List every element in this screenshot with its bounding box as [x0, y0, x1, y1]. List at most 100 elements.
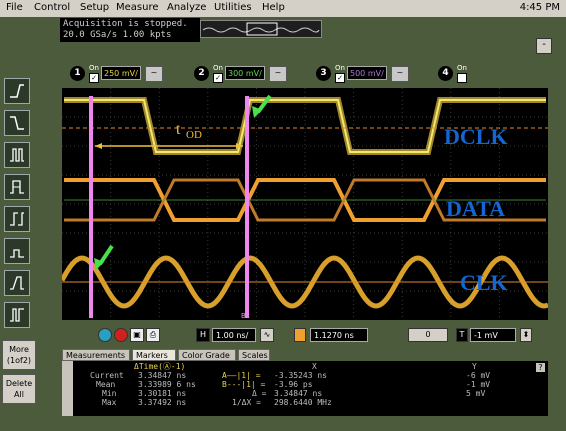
- timebase-control-bar: ▣ ⎙ H 1.00 ns/ ∿ 1.1270 ns 0 T -1 mV ⬍: [62, 325, 548, 345]
- delete-label: Delete: [5, 379, 33, 388]
- waveform-display[interactable]: t OD DCLK DATA CLK Bx: [59, 88, 549, 320]
- clk-label: CLK: [460, 270, 508, 295]
- marker-bx-label: Bx: [241, 312, 250, 320]
- marker-b-x-value: -3.96 ps: [274, 380, 313, 389]
- inverse-delta-label: 1/ΔX =: [232, 398, 261, 407]
- channel-2-on-checkbox[interactable]: ✓: [213, 73, 223, 83]
- delete-all-button[interactable]: Delete All: [2, 374, 36, 404]
- max-value: 3.37492 ns: [138, 398, 187, 407]
- horizontal-icon: H: [196, 328, 210, 342]
- trigger-level-icon: T: [456, 328, 468, 342]
- setup-hold-trigger-icon: [10, 212, 24, 226]
- channel-1-scale[interactable]: 250 mV/: [101, 66, 141, 80]
- channel-2-scale[interactable]: 300 mV/: [225, 66, 265, 80]
- markers-scrollbar[interactable]: [62, 361, 73, 416]
- more-sub-label: (1of2): [6, 356, 32, 365]
- dclk-label: DCLK: [444, 124, 508, 149]
- trigger-tool-7[interactable]: [4, 270, 30, 296]
- marker-b-y-value: -1 mV: [466, 380, 491, 389]
- run-button[interactable]: [98, 328, 112, 342]
- markers-panel: ΔTime(Ⓐ-1) X Y Current 3.34847 ns Mean 3…: [62, 361, 548, 416]
- trigger-tool-3[interactable]: [4, 142, 30, 168]
- waveform-overview[interactable]: [200, 20, 322, 38]
- trigger-tool-2[interactable]: [4, 110, 30, 136]
- trigger-tool-5[interactable]: [4, 206, 30, 232]
- marker-a-x-value: -3.35243 ns: [274, 371, 327, 380]
- delay-field[interactable]: 1.1270 ns: [310, 328, 368, 342]
- transition-trigger-icon: [10, 276, 24, 290]
- max-label: Max: [102, 398, 117, 407]
- marker-a-y-value: -6 mV: [466, 371, 491, 380]
- trigger-tool-6[interactable]: [4, 238, 30, 264]
- glitch-trigger-icon: [10, 148, 24, 162]
- current-value: 3.34847 ns: [138, 371, 187, 380]
- trigger-tool-1[interactable]: [4, 78, 30, 104]
- menu-utilities[interactable]: Utilities: [214, 2, 252, 13]
- zero-delay-label: 0: [425, 330, 431, 339]
- delete-sub-label: All: [14, 390, 24, 399]
- zero-delay-button[interactable]: 0: [408, 328, 448, 342]
- channel-1-coupling-button[interactable]: ~: [145, 66, 163, 82]
- more-button[interactable]: More (1of2): [2, 340, 36, 370]
- pulse-width-trigger-icon: [10, 180, 24, 194]
- channel-1-on-label: On: [89, 64, 99, 72]
- mean-label: Mean: [96, 380, 116, 389]
- marker-b-line: [245, 96, 249, 318]
- single-button[interactable]: ▣: [130, 328, 144, 342]
- marker-y-header: Y: [472, 362, 477, 371]
- trigger-level-field[interactable]: -1 mV: [470, 328, 516, 342]
- marker-dt-header: ΔTime(Ⓐ-1): [134, 362, 186, 371]
- channel-1-number: 1: [70, 66, 85, 81]
- print-button[interactable]: ⎙: [146, 328, 160, 342]
- tab-color-grade[interactable]: Color Grade: [178, 349, 236, 361]
- menu-setup[interactable]: Setup: [80, 2, 109, 13]
- menu-file[interactable]: File: [6, 2, 23, 13]
- channel-4-on-label: On: [457, 64, 467, 72]
- delta-label: Δ =: [252, 389, 267, 398]
- channel-3-number: 3: [316, 66, 331, 81]
- mean-value: 3.33989 6 ns: [138, 380, 196, 389]
- menu-bar: File Control Setup Measure Analyze Utili…: [0, 0, 566, 18]
- trigger-tool-4[interactable]: [4, 174, 30, 200]
- trigger-tool-8[interactable]: [4, 302, 30, 328]
- acquisition-status: Acquisition is stopped. 20.0 GSa/s 1.00 …: [60, 18, 200, 42]
- rising-edge-trigger-icon: [10, 84, 24, 98]
- delta-x-value: 3.34847 ns: [274, 389, 323, 398]
- min-value: 3.30181 ns: [138, 389, 187, 398]
- menu-analyze[interactable]: Analyze: [167, 2, 206, 13]
- trigger-level-stepper[interactable]: ⬍: [520, 328, 532, 342]
- channel-2-on-label: On: [213, 64, 223, 72]
- time-scale-field[interactable]: 1.00 ns/: [212, 328, 256, 342]
- marker-b-label: B---|1| =: [222, 380, 266, 389]
- data-label: DATA: [446, 196, 505, 221]
- channel-3-scale[interactable]: 500 mV/: [347, 66, 387, 80]
- menu-help[interactable]: Help: [262, 2, 285, 13]
- current-label: Current: [90, 371, 124, 380]
- time-scale-stepper[interactable]: ∿: [260, 328, 274, 342]
- channel-1-on-checkbox[interactable]: ✓: [89, 73, 99, 83]
- runt-trigger-icon: [10, 249, 24, 258]
- minimize-button[interactable]: -: [536, 38, 552, 54]
- clock: 4:45 PM: [519, 2, 560, 13]
- help-button[interactable]: ?: [536, 363, 545, 372]
- tod-arrowhead-left: [95, 143, 102, 149]
- tod-sub-label: OD: [186, 129, 202, 141]
- marker-a-label: A——|1| =: [222, 371, 261, 380]
- tab-scales[interactable]: Scales: [238, 349, 270, 361]
- channel-4-on-checkbox[interactable]: [457, 73, 467, 83]
- marker-a-line: [89, 96, 93, 318]
- channel-3-on-checkbox[interactable]: ✓: [335, 73, 345, 83]
- status-line-2: 20.0 GSa/s 1.00 kpts: [63, 30, 172, 40]
- tab-markers[interactable]: Markers: [132, 349, 176, 361]
- min-label: Min: [102, 389, 117, 398]
- menu-control[interactable]: Control: [34, 2, 70, 13]
- stop-button[interactable]: [114, 328, 128, 342]
- status-line-1: Acquisition is stopped.: [63, 19, 188, 29]
- scope-app-window: File Control Setup Measure Analyze Utili…: [0, 0, 566, 431]
- tab-measurements[interactable]: Measurements: [62, 349, 130, 361]
- marker-x-header: X: [312, 362, 317, 371]
- channel-2-number: 2: [194, 66, 209, 81]
- menu-measure[interactable]: Measure: [116, 2, 159, 13]
- channel-2-coupling-button[interactable]: ~: [269, 66, 287, 82]
- channel-3-coupling-button[interactable]: ~: [391, 66, 409, 82]
